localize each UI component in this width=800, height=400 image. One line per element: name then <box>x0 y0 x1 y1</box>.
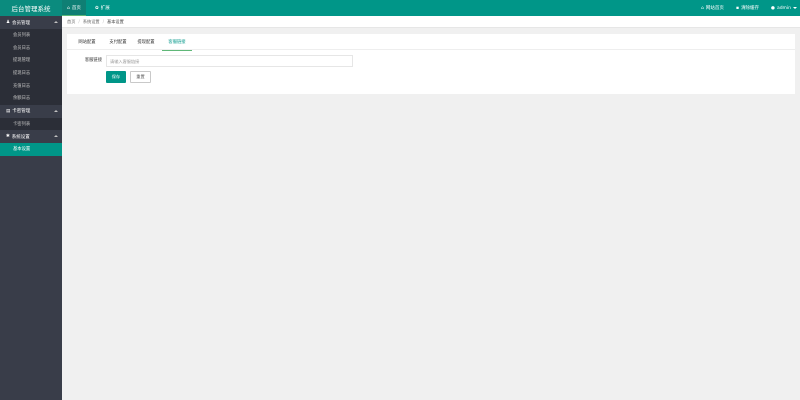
sidebar-group-label: 卡密管理 <box>12 109 31 115</box>
sidebar-group-settings[interactable]: ✱ 系统设置 <box>0 130 62 144</box>
sidebar-item-card-list[interactable]: 卡密列表 <box>0 117 62 131</box>
breadcrumb-separator: / <box>78 19 80 24</box>
sidebar-item-recharge-log[interactable]: 充值日志 <box>0 79 62 92</box>
tab-service-link[interactable]: 客服链接 <box>162 34 192 51</box>
chevron-down-icon <box>793 7 798 9</box>
save-button[interactable]: 保存 <box>106 71 126 83</box>
breadcrumb-separator: / <box>102 19 104 24</box>
service-link-label: 客服链接 <box>84 58 102 63</box>
sidebar-item-member-log[interactable]: 会员日志 <box>0 41 62 55</box>
user-menu[interactable]: ● admin <box>771 0 798 16</box>
sidebar: ♟ 会员管理 会员列表 会员日志 提现管理 提现日志 充值日志 余额日志 ▤ 卡… <box>0 16 62 400</box>
sidebar-item-balance-log[interactable]: 余额日志 <box>0 91 62 105</box>
chevron-up-icon <box>54 135 58 138</box>
tools-icon: ✿ <box>95 5 99 11</box>
user-name: admin <box>776 5 792 11</box>
breadcrumb: 首页 / 系统设置 / 基本设置 <box>62 16 800 28</box>
gear-icon: ✱ <box>6 134 10 140</box>
clear-cache-label: 清除缓存 <box>741 6 760 11</box>
sidebar-group-label: 系统设置 <box>11 134 30 140</box>
top-nav-home[interactable]: ⌂ 首页 <box>62 0 86 16</box>
tab-payment-config[interactable]: 支付配置 <box>103 34 133 50</box>
reset-button[interactable]: 重置 <box>130 71 151 83</box>
top-nav-extend[interactable]: ✿ 扩展 <box>95 0 110 16</box>
breadcrumb-home[interactable]: 首页 <box>67 19 75 25</box>
home-icon: ⌂ <box>701 5 704 11</box>
sidebar-item-withdraw-manage[interactable]: 提现管理 <box>0 54 62 67</box>
trash-icon: ▪ <box>736 5 740 11</box>
clear-cache-link[interactable]: ▪ 清除缓存 <box>736 0 759 16</box>
tab-withdraw-config[interactable]: 提现配置 <box>131 34 161 50</box>
website-home-label: 网站首页 <box>705 6 724 11</box>
sidebar-group-label: 会员管理 <box>12 20 31 26</box>
tab-site-config[interactable]: 网站配置 <box>72 34 102 50</box>
chevron-up-icon <box>54 21 58 23</box>
settings-tabs: 网站配置 支付配置 提现配置 客服链接 <box>67 34 795 51</box>
user-icon: ● <box>771 5 775 11</box>
card-icon: ▤ <box>6 108 11 114</box>
sidebar-item-withdraw-log[interactable]: 提现日志 <box>0 66 62 80</box>
sidebar-group-cards[interactable]: ▤ 卡密管理 <box>0 104 62 118</box>
breadcrumb-system-settings[interactable]: 系统设置 <box>83 19 100 25</box>
home-icon: ⌂ <box>67 5 70 11</box>
users-icon: ♟ <box>6 20 11 25</box>
service-link-input[interactable] <box>106 55 353 67</box>
chevron-up-icon <box>54 109 58 112</box>
top-nav-extend-label: 扩展 <box>100 6 110 11</box>
sidebar-group-members[interactable]: ♟ 会员管理 <box>0 16 62 29</box>
top-nav-home-label: 首页 <box>71 6 81 11</box>
sidebar-item-basic-settings[interactable]: 基本设置 <box>0 143 62 156</box>
sidebar-item-member-list[interactable]: 会员列表 <box>0 29 62 42</box>
app-logo[interactable]: 后台管理系统 <box>0 0 62 16</box>
breadcrumb-current: 基本设置 <box>107 18 124 24</box>
website-home-link[interactable]: ⌂ 网站首页 <box>701 0 724 16</box>
top-header: 后台管理系统 ⌂ 首页 ✿ 扩展 ⌂ 网站首页 ▪ 清除缓存 ● admin <box>0 0 800 16</box>
